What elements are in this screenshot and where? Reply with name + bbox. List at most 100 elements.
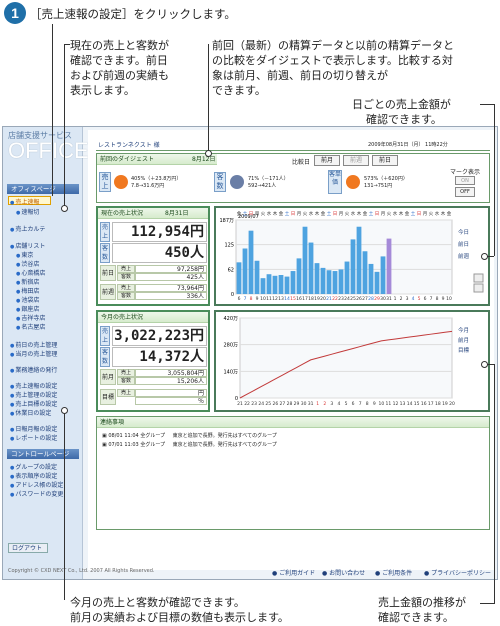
pw-cust-value: 336人	[135, 292, 207, 300]
prev-week-label: 前週	[100, 284, 116, 300]
weekday-label: 月	[423, 211, 428, 217]
t-cust-value[interactable]: ％	[135, 397, 207, 405]
sidebar-item-store-list[interactable]: 店舗リスト	[10, 241, 45, 250]
x-tick-label: 18	[435, 401, 441, 407]
bar	[326, 270, 332, 294]
x-tick-label: 9	[373, 401, 376, 407]
step-number: 1	[4, 2, 26, 24]
weekday-label: 月	[297, 211, 302, 217]
x-tick-label: 11	[386, 401, 392, 407]
sidebar-item-store[interactable]: 銀座店	[16, 304, 39, 313]
leader-line	[64, 44, 65, 208]
bar	[254, 260, 260, 294]
footer-link-terms[interactable]: ● ご利用条件	[375, 568, 412, 577]
sidebar-item-store[interactable]: 池袋店	[16, 295, 39, 304]
tab-prev-week[interactable]: 前週	[343, 155, 369, 166]
news-row[interactable]: ▣ 07/01 11:03 全グループ 東京と追加で長野。発行先はすべてのグルー…	[102, 441, 277, 448]
x-tick-label: 23	[338, 296, 344, 302]
weekday-label: 木	[357, 210, 362, 217]
tab-prev-day[interactable]: 前日	[372, 155, 398, 166]
next-arrow-icon	[473, 283, 484, 293]
leader-dot	[61, 205, 68, 212]
x-tick-label: 27	[280, 401, 286, 407]
pd-cust-label: 客数	[117, 273, 135, 281]
weekday-label: 金	[447, 210, 452, 217]
bar	[296, 258, 302, 294]
x-tick-label: 1	[316, 401, 319, 407]
sidebar-item-store[interactable]: 梅田店	[16, 286, 39, 295]
t-sales-value[interactable]: 円	[135, 389, 207, 397]
sidebar-item-address[interactable]: アドレス帳の設定	[10, 480, 63, 489]
sidebar-item-store[interactable]: 名古屋店	[16, 322, 45, 331]
legend-item: 今日	[458, 228, 469, 236]
x-tick-label: 9	[256, 296, 259, 302]
sidebar-item-store[interactable]: 心斎橋店	[16, 268, 45, 277]
sidebar-item-sales-chart[interactable]: 売上カルテ	[10, 224, 45, 233]
legend-item: 前週	[458, 252, 470, 260]
digest-cust-l2: 592→421人	[248, 183, 277, 189]
y-tick-label: 280万	[223, 343, 238, 349]
sidebar-item-store[interactable]: 渋谷店	[16, 259, 39, 268]
x-tick-label: 7	[359, 401, 362, 407]
weekday-label: 月	[255, 211, 260, 217]
sidebar-item-store[interactable]: 新宿店	[16, 277, 39, 286]
x-tick-label: 18	[308, 296, 314, 302]
bar	[236, 262, 242, 294]
x-tick-label: 13	[400, 401, 406, 407]
digest-sales-l1: 405%（＋23.8万円）	[131, 176, 182, 182]
sidebar-item-holiday-settings[interactable]: 休業日の設定	[10, 408, 51, 417]
sidebar-item-flash-switch[interactable]: 速報切	[16, 207, 39, 216]
x-tick-label: 10	[260, 296, 266, 302]
logout-button[interactable]: ログアウト	[8, 543, 48, 553]
news-row[interactable]: ▣ 08/01 11:04 全グループ 東京と追加で長野。発行先はすべてのグルー…	[102, 432, 277, 439]
footer-link-privacy[interactable]: ● プライバシーポリシー	[424, 568, 491, 577]
mark-on-button[interactable]: ON	[455, 176, 475, 185]
bar	[362, 251, 368, 294]
x-tick-label: 2	[323, 401, 326, 407]
x-tick-label: 29	[294, 401, 300, 407]
sidebar-item-group[interactable]: グループの設定	[10, 462, 57, 471]
sidebar-item-notice-issue[interactable]: 業務連絡の発行	[10, 365, 57, 374]
smile-face-icon	[346, 175, 360, 189]
sidebar-item-sales-flash[interactable]: 売上速報	[10, 197, 39, 206]
x-tick-label: 31	[386, 296, 392, 302]
bar	[308, 242, 314, 294]
bar	[266, 274, 272, 294]
sidebar-item-mgmt-settings[interactable]: 売上管理の設定	[10, 390, 57, 399]
sidebar-item-store[interactable]: 東京	[16, 250, 33, 259]
x-tick-label: 8	[436, 296, 439, 302]
pd-sales-label: 売上	[117, 265, 135, 273]
footer-link-contact[interactable]: ● お問い合わせ	[322, 568, 365, 577]
sidebar-item-password[interactable]: パスワードの変更	[10, 489, 63, 498]
weekday-label: 水	[309, 210, 314, 217]
x-tick-label: 29	[374, 296, 380, 302]
x-tick-label: 17	[302, 296, 308, 302]
mark-off-button[interactable]: OFF	[455, 187, 475, 197]
weekday-label: 火	[387, 211, 392, 217]
sales-trend-chart: 420万280万140万021 22 23 24 25 26 27 28 29 30 31 1 2 3 4 5…	[223, 316, 470, 407]
sidebar-item-daily-mgmt[interactable]: 前日の売上管理	[10, 340, 57, 349]
footer-link-guide[interactable]: ● ご利用ガイド	[272, 568, 315, 577]
current-sales-value: 112,954円	[112, 222, 207, 242]
current-sales-label: 売上	[100, 222, 110, 242]
weekday-label: 水	[351, 210, 356, 217]
copyright: Copyright © CXD NEXT Co., Ltd. 2007 All …	[8, 568, 155, 574]
tab-prev-month[interactable]: 前月	[314, 155, 340, 166]
sidebar-item-flash-settings[interactable]: 売上速報の設定	[10, 381, 57, 390]
x-tick-label: 20	[320, 296, 326, 302]
sidebar-item-report-settings[interactable]: 日報月報の設定	[10, 424, 57, 433]
x-tick-label: 5	[418, 296, 421, 302]
sidebar-item-order[interactable]: 表示順序の設定	[10, 471, 57, 480]
sidebar-item-store[interactable]: 吉祥寺店	[16, 313, 45, 322]
y-tick-label: 187万	[219, 218, 234, 224]
monthly-cust-value: 14,372人	[112, 347, 207, 367]
legend-item: 目標	[458, 346, 470, 354]
annotation-digest: 前回（最新）の精算データと以前の精算データと の比較をダイジェストで表示します。比…	[212, 39, 454, 97]
divider	[96, 150, 490, 151]
pd-sales-value: 97,258円	[135, 265, 207, 273]
sidebar-item-report[interactable]: レポートの設定	[10, 433, 57, 442]
sidebar-item-monthly-mgmt[interactable]: 当月の売上管理	[10, 349, 57, 358]
leader-line	[52, 24, 53, 196]
sidebar-item-target-settings[interactable]: 売上目標の設定	[10, 399, 57, 408]
news-title: 連絡事項	[97, 417, 489, 428]
